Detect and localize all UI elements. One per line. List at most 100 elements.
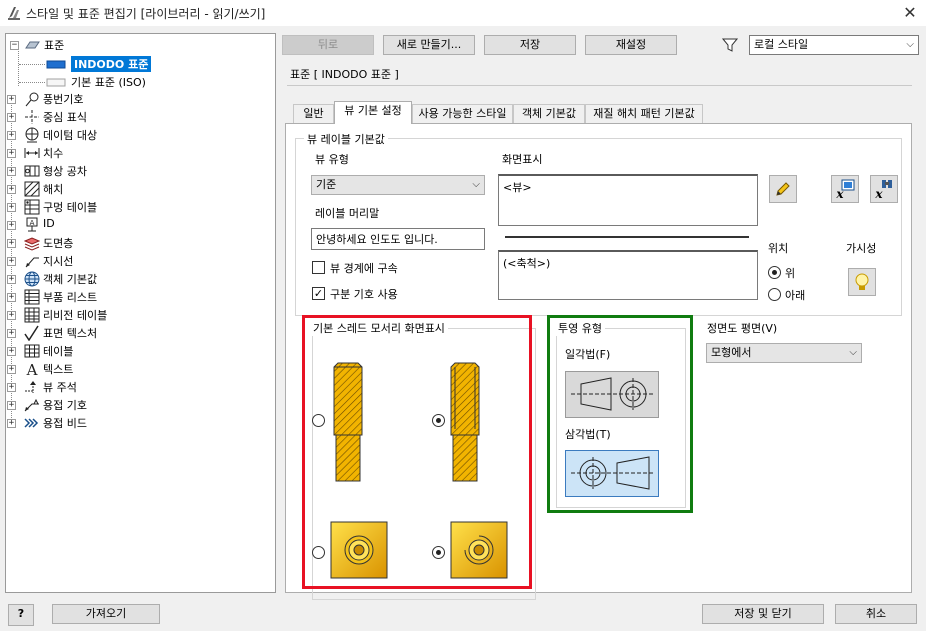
import-button[interactable]: 가져오기 xyxy=(52,604,160,624)
standard-icon xyxy=(25,41,40,49)
tree-category-table[interactable]: + 테이블 xyxy=(6,342,266,360)
tab-panel: 뷰 레이블 기본값 뷰 유형 기준 ⌵ 레이블 머리말 안녕하세요 인도도 입니… xyxy=(285,123,912,600)
expand-icon[interactable]: + xyxy=(7,95,16,104)
back-button[interactable]: 뒤로 xyxy=(282,35,374,55)
tree-category-weld-bead[interactable]: + 용접 비드 xyxy=(6,414,266,432)
third-angle-label: 삼각법(T) xyxy=(565,428,611,441)
tree-category-text[interactable]: + A 텍스트 xyxy=(6,360,266,378)
chevron-down-icon: ⌵ xyxy=(472,179,480,190)
tree-category-id[interactable]: + A ID xyxy=(6,216,266,234)
expand-icon[interactable]: + xyxy=(7,131,16,140)
save-and-close-button[interactable]: 저장 및 닫기 xyxy=(702,604,824,624)
thread-end-full-icon xyxy=(330,521,388,579)
group-title: 기본 스레드 모서리 화면표시 xyxy=(310,320,448,336)
tree-item-iso-standard[interactable]: 기본 표준 (ISO) xyxy=(44,73,224,91)
new-button[interactable]: 새로 만들기... xyxy=(383,35,475,55)
thread-partial-radio[interactable] xyxy=(432,414,445,427)
expand-icon[interactable]: + xyxy=(7,185,16,194)
cancel-button[interactable]: 취소 xyxy=(835,604,917,624)
id-icon: A xyxy=(26,217,38,232)
tree-category-layers[interactable]: + 도면층 xyxy=(6,234,266,252)
reset-button[interactable]: 재설정 xyxy=(585,35,677,55)
tree-category-balloon[interactable]: + 풍번기호 xyxy=(6,90,266,108)
tree-category-hatch[interactable]: + 해치 xyxy=(6,180,266,198)
edit-text-button[interactable] xyxy=(769,175,797,203)
filter-icon[interactable] xyxy=(722,37,738,53)
tree-category-leader[interactable]: + 지시선 xyxy=(6,252,266,270)
svg-text:x: x xyxy=(874,187,883,200)
third-angle-option[interactable] xyxy=(565,450,659,497)
constrain-to-view-checkbox[interactable] xyxy=(312,261,325,274)
use-delimiter-checkbox[interactable]: ✓ xyxy=(312,287,325,300)
insert-field-button[interactable]: x xyxy=(831,175,859,203)
expand-icon[interactable]: + xyxy=(7,257,16,266)
save-button[interactable]: 저장 xyxy=(484,35,576,55)
expand-icon[interactable]: + xyxy=(7,311,16,320)
tree-category-weld-symbol[interactable]: + 용접 기호 xyxy=(6,396,266,414)
tree-category-label: 용접 비드 xyxy=(43,417,87,430)
expand-icon[interactable]: + xyxy=(7,293,16,302)
expand-icon[interactable]: + xyxy=(7,221,16,230)
expand-icon[interactable]: + xyxy=(7,167,16,176)
tree-category-dimension[interactable]: + 치수 xyxy=(6,144,266,162)
style-filter-value: 로컬 스타일 xyxy=(754,38,809,51)
tab-view-preferences[interactable]: 뷰 기본 설정 xyxy=(334,101,412,124)
tree-category-view-annotation[interactable]: + 뷰 주석 xyxy=(6,378,266,396)
tree-category-datum-target[interactable]: + 데이텀 대상 xyxy=(6,126,266,144)
tab-material-hatch-defaults[interactable]: 재질 해치 패턴 기본값 xyxy=(585,104,703,123)
first-angle-projection-icon xyxy=(571,377,653,411)
expand-icon[interactable]: + xyxy=(7,203,16,212)
tab-available-styles[interactable]: 사용 가능한 스타일 xyxy=(412,104,513,123)
tree-category-feature-control[interactable]: + 형상 공차 xyxy=(6,162,266,180)
position-top-radio[interactable] xyxy=(768,266,781,279)
tree-category-surface-texture[interactable]: + 표면 텍스처 xyxy=(6,324,266,342)
tree-category-center-mark[interactable]: + 중심 표식 xyxy=(6,108,266,126)
tree-category-object-defaults[interactable]: + 객체 기본값 xyxy=(6,270,266,288)
style-filter-select[interactable]: 로컬 스타일 ⌵ xyxy=(749,35,919,55)
first-angle-option[interactable] xyxy=(565,371,659,418)
expand-icon[interactable]: + xyxy=(7,347,16,356)
tree-category-hole-table[interactable]: + 구멍 테이블 xyxy=(6,198,266,216)
help-button[interactable]: ? xyxy=(8,604,34,626)
view-type-select[interactable]: 기준 ⌵ xyxy=(311,175,485,195)
tab-object-defaults[interactable]: 객체 기본값 xyxy=(513,104,585,123)
position-bottom-radio[interactable] xyxy=(768,288,781,301)
thread-full-radio[interactable] xyxy=(312,414,325,427)
window-title: 스타일 및 표준 편집기 [라이브러리 - 읽기/쓰기] xyxy=(26,7,266,21)
expand-icon[interactable]: + xyxy=(7,275,16,284)
front-plane-select[interactable]: 모형에서 ⌵ xyxy=(706,343,862,363)
expand-icon[interactable]: + xyxy=(7,149,16,158)
expand-icon[interactable]: + xyxy=(7,113,16,122)
insert-binoculars-field-button[interactable]: x xyxy=(870,175,898,203)
tree-root[interactable]: − 표준 xyxy=(6,36,266,54)
style-tree[interactable]: − 표준 INDODO 표준 기본 표준 (ISO) + 풍번기호 + 중심 표… xyxy=(5,33,276,593)
tree-category-revision-table[interactable]: + 리비전 테이블 xyxy=(6,306,266,324)
thread-end-partial-radio[interactable] xyxy=(432,546,445,559)
label-prefix-input[interactable]: 안녕하세요 인도도 입니다. xyxy=(311,228,485,250)
tree-category-label: 텍스트 xyxy=(43,363,74,376)
expand-icon[interactable]: + xyxy=(7,329,16,338)
pencil-icon xyxy=(776,182,790,196)
tree-category-label: 뷰 주석 xyxy=(43,381,77,394)
display-line1-input[interactable]: <뷰> xyxy=(498,174,758,226)
tree-category-label: 중심 표식 xyxy=(43,111,87,124)
expand-icon[interactable]: + xyxy=(7,365,16,374)
expand-icon[interactable]: + xyxy=(7,239,16,248)
thread-end-partial-icon xyxy=(450,521,508,579)
first-angle-label: 일각법(F) xyxy=(565,348,611,361)
display-line2-input[interactable]: (<축척>) xyxy=(498,250,758,300)
close-button[interactable]: ✕ xyxy=(900,3,920,23)
collapse-icon[interactable]: − xyxy=(10,41,19,50)
tree-item-indodo-standard[interactable]: INDODO 표준 xyxy=(44,55,224,73)
group-title: 투영 유형 xyxy=(555,320,605,336)
expand-icon[interactable]: + xyxy=(7,401,16,410)
hatch-icon xyxy=(24,181,40,197)
tab-general[interactable]: 일반 xyxy=(293,104,334,123)
thread-end-full-radio[interactable] xyxy=(312,546,325,559)
tree-category-label: 부품 리스트 xyxy=(43,291,98,304)
chevron-down-icon: ⌵ xyxy=(849,347,857,358)
expand-icon[interactable]: + xyxy=(7,383,16,392)
tree-category-parts-list[interactable]: + 부품 리스트 xyxy=(6,288,266,306)
expand-icon[interactable]: + xyxy=(7,419,16,428)
visibility-toggle-button[interactable] xyxy=(848,268,876,296)
